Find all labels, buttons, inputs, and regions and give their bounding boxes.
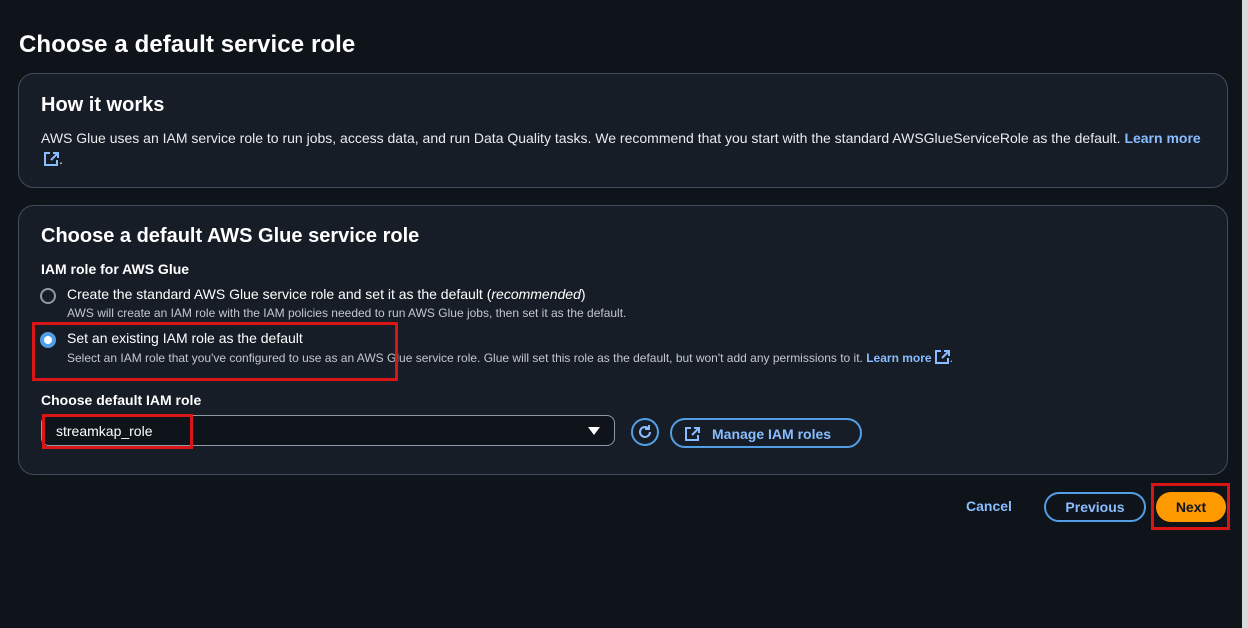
iam-role-select-value: streamkap_role <box>56 423 153 439</box>
radio-existing[interactable] <box>40 332 56 348</box>
external-link-icon <box>44 152 59 166</box>
external-link-icon <box>934 350 950 364</box>
service-role-heading: Choose a default AWS Glue service role <box>41 225 420 247</box>
how-it-works-text: AWS Glue uses an IAM service role to run… <box>41 128 1201 170</box>
page-title: Choose a default service role <box>19 31 356 58</box>
radio-create-label: Create the standard AWS Glue service rol… <box>67 286 586 302</box>
how-it-works-heading: How it works <box>41 94 165 116</box>
existing-learn-more-label: Learn more <box>866 351 932 365</box>
period: . <box>59 151 63 167</box>
learn-more-label: Learn more <box>1124 130 1201 146</box>
radio-create[interactable] <box>40 288 56 304</box>
next-button[interactable]: Next <box>1156 492 1226 522</box>
how-it-works-body: AWS Glue uses an IAM service role to run… <box>41 130 1121 146</box>
radio-existing-description: Select an IAM role that you've configure… <box>67 350 953 365</box>
recommended-text: recommended <box>491 286 581 302</box>
radio-create-description: AWS will create an IAM role with the IAM… <box>67 306 627 320</box>
iam-role-select[interactable]: streamkap_role <box>41 415 615 446</box>
desc-period: . <box>949 351 953 365</box>
how-it-works-panel: How it works AWS Glue uses an IAM servic… <box>18 73 1228 188</box>
refresh-button[interactable] <box>631 418 659 446</box>
external-link-icon <box>685 427 700 441</box>
refresh-icon <box>639 425 651 438</box>
previous-button[interactable]: Previous <box>1044 492 1146 522</box>
scrollbar-edge <box>1242 0 1248 628</box>
default-iam-role-label: Choose default IAM role <box>41 392 202 408</box>
chevron-down-icon <box>588 427 600 435</box>
radio-create-label-main: Create the standard AWS Glue service rol… <box>67 286 492 302</box>
manage-iam-roles-button[interactable]: Manage IAM roles <box>670 418 862 448</box>
radio-existing-label: Set an existing IAM role as the default <box>67 330 303 346</box>
cancel-button[interactable]: Cancel <box>966 498 1012 514</box>
page: Choose a default service role How it wor… <box>0 0 1248 628</box>
existing-learn-more-link[interactable]: Learn more <box>866 350 950 365</box>
manage-iam-roles-label: Manage IAM roles <box>712 426 832 442</box>
radio-existing-desc-text: Select an IAM role that you've configure… <box>67 351 863 365</box>
radio-create-label-end: ) <box>580 286 586 302</box>
service-role-panel: Choose a default AWS Glue service role I… <box>18 205 1228 475</box>
iam-role-label: IAM role for AWS Glue <box>41 261 190 277</box>
